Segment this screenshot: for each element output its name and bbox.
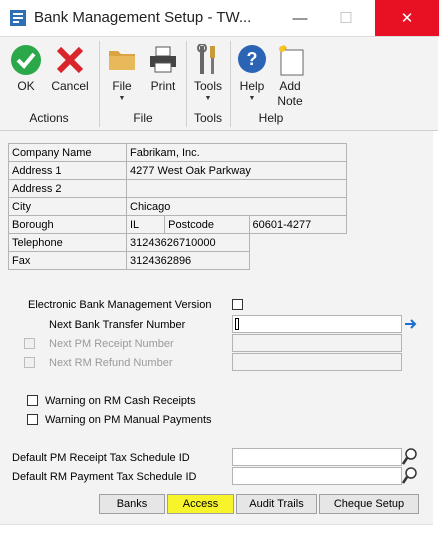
city-value: Chicago [126, 197, 347, 216]
close-button[interactable]: ✕ [375, 0, 439, 36]
cancel-label: Cancel [51, 79, 89, 93]
chevron-down-icon: ▼ [248, 95, 256, 102]
file-menu-button[interactable]: File ▼ [103, 41, 141, 107]
tools-menu-button[interactable]: Tools ▼ [189, 41, 227, 107]
actions-group-label: Actions [29, 111, 69, 125]
ebm-version-checkbox[interactable] [232, 299, 243, 310]
add-note-label-1: Add [279, 79, 301, 93]
default-pm-tax-label: Default PM Receipt Tax Schedule ID [12, 452, 190, 464]
help-group-label: Help [258, 111, 284, 125]
next-rm-refund-checkbox[interactable] [24, 357, 35, 368]
file-group-label: File [133, 111, 153, 125]
cancel-x-icon [56, 46, 84, 74]
default-pm-tax-input[interactable] [232, 448, 402, 466]
fax-label: Fax [8, 251, 127, 270]
status-area [0, 524, 433, 556]
warn-rm-cash-checkbox[interactable] [27, 395, 38, 406]
tools-label: Tools [193, 79, 222, 93]
minimize-button[interactable]: — [277, 0, 323, 36]
next-bank-transfer-input[interactable] [232, 315, 402, 333]
warn-pm-manual-label: Warning on PM Manual Payments [45, 414, 212, 426]
print-label: Print [150, 79, 176, 93]
ribbon-separator [186, 41, 187, 127]
ok-button[interactable]: OK [4, 41, 48, 105]
help-menu-button[interactable]: ? Help ▼ [233, 41, 271, 107]
city-label: City [8, 197, 127, 216]
next-bank-transfer-label: Next Bank Transfer Number [49, 319, 186, 331]
borough-value: IL [125, 215, 166, 234]
ribbon-separator [230, 41, 231, 127]
address2-label: Address 2 [8, 179, 127, 198]
ok-label: OK [17, 79, 35, 93]
address1-value: 4277 West Oak Parkway [126, 161, 347, 180]
audit-trails-button[interactable]: Audit Trails [236, 494, 317, 514]
warn-rm-cash-label: Warning on RM Cash Receipts [45, 395, 196, 407]
postcode-label: Postcode [164, 215, 250, 234]
fax-value: 3124362896 [126, 251, 250, 270]
telephone-value: 31243626710000 [126, 233, 250, 252]
borough-label: Borough [8, 215, 127, 234]
arrow-right-icon[interactable] [404, 317, 418, 331]
window-title: Bank Management Setup - TW... [34, 9, 252, 26]
chevron-down-icon: ▼ [204, 95, 212, 102]
cheque-setup-button[interactable]: Cheque Setup [319, 494, 419, 514]
maximize-icon: ☐ [339, 10, 353, 27]
tools-icon [197, 44, 215, 74]
maximize-button[interactable]: ☐ [323, 0, 369, 36]
minimize-icon: — [292, 9, 308, 27]
right-edge-strip [433, 131, 439, 555]
print-button[interactable]: Print [143, 41, 183, 105]
banks-button[interactable]: Banks [99, 494, 165, 514]
lookup-magnifier-icon[interactable] [402, 467, 418, 485]
default-rm-tax-input[interactable] [232, 467, 402, 485]
lookup-magnifier-icon[interactable] [402, 448, 418, 466]
checkmark-icon [11, 45, 41, 75]
cancel-button[interactable]: Cancel [48, 41, 92, 105]
ebm-version-label: Electronic Bank Management Version [28, 299, 212, 311]
folder-icon [109, 51, 135, 70]
next-pm-receipt-input [232, 334, 402, 352]
file-label: File [112, 79, 132, 93]
add-note-label-2: Note [277, 94, 303, 108]
tools-group-label: Tools [193, 111, 222, 125]
help-label: Help [239, 79, 265, 93]
company-info-table: Company Name Fabrikam, Inc. Address 1 42… [8, 143, 348, 270]
postcode-value: 60601-4277 [248, 215, 348, 234]
company-name-value: Fabrikam, Inc. [126, 143, 347, 162]
telephone-label: Telephone [8, 233, 127, 252]
text-cursor [235, 318, 239, 330]
next-pm-receipt-label: Next PM Receipt Number [49, 338, 174, 350]
app-icon [10, 10, 26, 26]
warn-pm-manual-checkbox[interactable] [27, 414, 38, 425]
svg-text:?: ? [247, 49, 258, 69]
address2-value [126, 179, 347, 198]
next-rm-refund-input [232, 353, 402, 371]
add-note-icon [279, 45, 304, 76]
company-name-label: Company Name [8, 143, 127, 162]
access-button[interactable]: Access [167, 494, 234, 514]
ribbon-separator [99, 41, 100, 127]
default-rm-tax-label: Default RM Payment Tax Schedule ID [12, 471, 197, 483]
close-icon: ✕ [400, 10, 414, 27]
address1-label: Address 1 [8, 161, 127, 180]
help-question-icon: ? [238, 45, 266, 73]
chevron-down-icon: ▼ [118, 95, 126, 102]
next-pm-receipt-checkbox[interactable] [24, 338, 35, 349]
printer-icon [150, 46, 176, 73]
next-rm-refund-label: Next RM Refund Number [49, 357, 173, 369]
add-note-button[interactable]: Add Note [271, 41, 309, 108]
